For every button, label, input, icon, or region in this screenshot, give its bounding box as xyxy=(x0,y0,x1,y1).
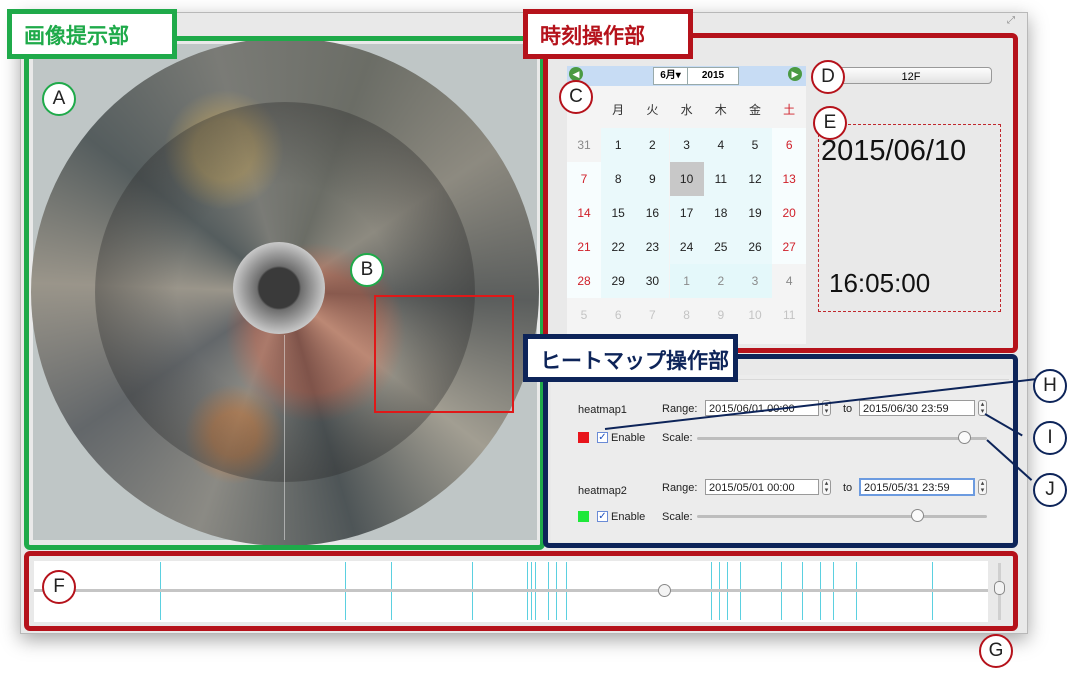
calendar-day[interactable]: 6 xyxy=(601,298,636,332)
resize-icon[interactable]: ⤢ xyxy=(1007,15,1019,27)
calendar-day[interactable]: 1 xyxy=(601,128,636,162)
calendar-day[interactable]: 30 xyxy=(635,264,670,298)
marker-h: H xyxy=(1033,369,1067,403)
timeline-section-frame xyxy=(24,551,1018,631)
calendar-day[interactable]: 2 xyxy=(703,264,738,298)
marker-j: J xyxy=(1033,473,1067,507)
calendar-day[interactable]: 11 xyxy=(772,298,807,332)
marker-f: F xyxy=(42,570,76,604)
calendar-day[interactable]: 7 xyxy=(635,298,670,332)
heatmap-section-frame xyxy=(543,354,1018,548)
marker-b: B xyxy=(350,253,384,287)
marker-g: G xyxy=(979,634,1013,668)
calendar-day[interactable]: 5 xyxy=(567,298,601,332)
calendar-day[interactable]: 9 xyxy=(703,298,738,332)
calendar-day[interactable]: 9 xyxy=(635,162,670,196)
weekday-header: 土 xyxy=(783,103,796,117)
calendar-day[interactable]: 10 xyxy=(669,162,704,196)
calendar-day[interactable]: 5 xyxy=(738,128,772,162)
calendar-day[interactable]: 18 xyxy=(703,196,738,230)
calendar-day[interactable]: 6 xyxy=(772,128,807,162)
calendar-day[interactable]: 2 xyxy=(635,128,670,162)
calendar-day[interactable]: 4 xyxy=(703,128,738,162)
calendar-day[interactable]: 3 xyxy=(738,264,772,298)
time-section-title: 時刻操作部 xyxy=(523,9,693,59)
calendar-day[interactable]: 8 xyxy=(669,298,704,332)
marker-d: D xyxy=(811,60,845,94)
calendar-day[interactable]: 21 xyxy=(567,230,601,264)
marker-i: I xyxy=(1033,421,1067,455)
calendar-day[interactable]: 15 xyxy=(601,196,636,230)
calendar-day[interactable]: 11 xyxy=(703,162,738,196)
calendar-day[interactable]: 8 xyxy=(601,162,636,196)
marker-a: A xyxy=(42,82,76,116)
calendar-day[interactable]: 26 xyxy=(738,230,772,264)
calendar-day[interactable]: 13 xyxy=(772,162,807,196)
heatmap-section-title: ヒートマップ操作部 xyxy=(523,334,738,382)
calendar-day[interactable]: 10 xyxy=(738,298,772,332)
calendar-day[interactable]: 29 xyxy=(601,264,636,298)
calendar-day[interactable]: 27 xyxy=(772,230,807,264)
calendar-day[interactable]: 20 xyxy=(772,196,807,230)
weekday-header: 水 xyxy=(680,103,693,117)
calendar-day[interactable]: 23 xyxy=(635,230,670,264)
weekday-header: 木 xyxy=(714,103,727,117)
calendar-day[interactable]: 28 xyxy=(567,264,601,298)
calendar-day[interactable]: 31 xyxy=(567,128,601,162)
weekday-header: 火 xyxy=(646,103,659,117)
calendar-day[interactable]: 17 xyxy=(669,196,704,230)
calendar-day[interactable]: 4 xyxy=(772,264,807,298)
marker-e: E xyxy=(813,106,847,140)
calendar-day[interactable]: 14 xyxy=(567,196,601,230)
calendar-day[interactable]: 3 xyxy=(669,128,704,162)
weekday-header: 金 xyxy=(748,103,761,117)
calendar-day[interactable]: 7 xyxy=(567,162,601,196)
image-section-title: 画像提示部 xyxy=(7,9,177,59)
calendar-day[interactable]: 22 xyxy=(601,230,636,264)
calendar-day[interactable]: 1 xyxy=(669,264,704,298)
image-section-frame xyxy=(24,36,545,550)
calendar-day[interactable]: 19 xyxy=(738,196,772,230)
weekday-header: 月 xyxy=(612,103,625,117)
calendar-day[interactable]: 25 xyxy=(703,230,738,264)
calendar-day[interactable]: 24 xyxy=(669,230,704,264)
calendar-day[interactable]: 16 xyxy=(635,196,670,230)
calendar-day[interactable]: 12 xyxy=(738,162,772,196)
marker-c: C xyxy=(559,80,593,114)
